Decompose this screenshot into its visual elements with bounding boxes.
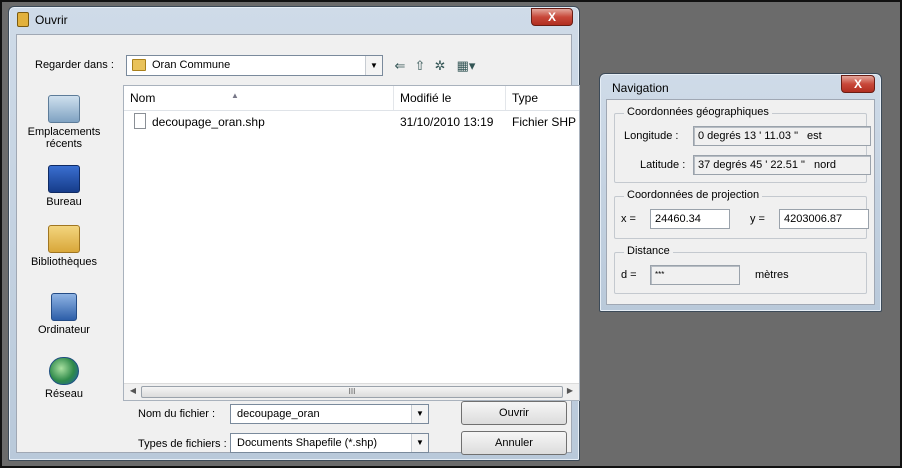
recent-places-icon [48, 95, 80, 123]
sort-up-icon: ▲ [231, 91, 239, 100]
filename-input[interactable]: decoupage_oran ▼ [230, 404, 429, 424]
filename-value: decoupage_oran [237, 408, 320, 420]
file-row[interactable]: decoupage_oran.shp 31/10/2010 13:19 Fich… [124, 113, 579, 132]
navigation-window: Navigation X Coordonnées géographiques L… [599, 73, 882, 312]
geo-coords-title: Coordonnées géographiques [624, 106, 772, 118]
distance-unit: mètres [755, 269, 789, 281]
file-modified: 31/10/2010 13:19 [400, 115, 494, 129]
horizontal-scrollbar[interactable]: ◀ III ▶ [124, 383, 579, 400]
open-dialog-close-button[interactable]: X [531, 8, 573, 26]
longitude-field: 0 degrés 13 ' 11.03 " est [693, 126, 871, 146]
d-label: d = [621, 269, 637, 281]
x-label: x = [621, 213, 636, 225]
place-network[interactable]: Réseau [23, 357, 105, 400]
navigation-close-button[interactable]: X [841, 75, 875, 93]
open-dialog: Ouvrir X Regarder dans : Oran Commune ▼ … [8, 6, 580, 461]
place-recent[interactable]: Emplacements récents [23, 95, 105, 150]
scroll-right-icon[interactable]: ▶ [564, 386, 576, 395]
filetype-label: Types de fichiers : [138, 438, 227, 450]
chevron-down-icon[interactable]: ▼ [365, 56, 382, 75]
file-list-header: Nom ▲ Modifié le Type [124, 86, 579, 111]
chevron-down-icon[interactable]: ▼ [411, 405, 428, 423]
longitude-value: 0 degrés 13 ' 11.03 " [698, 130, 798, 142]
up-folder-icon[interactable]: ⇧ [411, 58, 429, 74]
chevron-down-icon[interactable]: ▼ [411, 434, 428, 452]
latitude-field: 37 degrés 45 ' 22.51 " nord [693, 155, 871, 175]
navigation-body: Coordonnées géographiques Longitude : 0 … [606, 99, 875, 305]
network-globe-icon [49, 357, 79, 385]
latitude-direction: nord [813, 159, 837, 171]
place-computer[interactable]: Ordinateur [23, 293, 105, 336]
look-in-combo[interactable]: Oran Commune ▼ [126, 55, 383, 76]
place-label: Réseau [45, 388, 83, 400]
scroll-thumb[interactable]: III [141, 386, 563, 398]
projection-title: Coordonnées de projection [624, 189, 763, 201]
filename-label: Nom du fichier : [138, 408, 216, 420]
place-desktop[interactable]: Bureau [23, 165, 105, 208]
open-dialog-titlebar[interactable]: Ouvrir X [9, 7, 579, 33]
projection-group: Coordonnées de projection x = 24460.34 y… [614, 189, 869, 239]
y-field[interactable]: 4203006.87 [779, 209, 869, 229]
longitude-label: Longitude : [624, 130, 679, 142]
y-label: y = [750, 213, 765, 225]
open-dialog-title: Ouvrir [35, 13, 68, 27]
place-libraries[interactable]: Bibliothèques [23, 225, 105, 268]
computer-icon [51, 293, 77, 321]
column-header-name[interactable]: Nom ▲ [124, 86, 394, 110]
column-label: Modifié le [400, 91, 452, 105]
file-type: Fichier SHP [512, 115, 577, 129]
open-button[interactable]: Ouvrir [461, 401, 567, 425]
place-label: Emplacements récents [27, 126, 101, 150]
place-label: Bureau [46, 196, 82, 208]
column-header-modified[interactable]: Modifié le [394, 86, 506, 110]
place-label: Ordinateur [38, 324, 90, 336]
libraries-icon [48, 225, 80, 253]
new-folder-icon[interactable]: ✲ [431, 58, 449, 74]
look-in-label: Regarder dans : [35, 59, 114, 71]
places-bar: Emplacements récents Bureau Bibliothèque… [23, 95, 105, 445]
look-in-value: Oran Commune [152, 59, 231, 71]
file-list: Nom ▲ Modifié le Type decoupage_oran.shp… [123, 85, 580, 401]
latitude-value: 37 degrés 45 ' 22.51 " [698, 159, 805, 171]
column-label: Nom [130, 91, 156, 105]
column-header-type[interactable]: Type [506, 86, 581, 110]
app-icon [17, 12, 29, 27]
desktop-icon [48, 165, 80, 193]
scroll-left-icon[interactable]: ◀ [127, 386, 139, 395]
navigation-titlebar[interactable]: Navigation X [600, 74, 881, 100]
longitude-direction: est [807, 130, 822, 142]
back-arrow-icon[interactable]: ⇐ [391, 58, 409, 74]
geo-coords-group: Coordonnées géographiques Longitude : 0 … [614, 106, 871, 183]
filetype-value: Documents Shapefile (*.shp) [237, 437, 378, 449]
navigation-title: Navigation [612, 81, 669, 95]
view-menu-icon[interactable]: ▦▾ [453, 58, 479, 74]
distance-title: Distance [624, 245, 673, 257]
cancel-button[interactable]: Annuler [461, 431, 567, 455]
open-dialog-body: Regarder dans : Oran Commune ▼ ⇐ ⇧ ✲ ▦▾ … [16, 34, 580, 455]
folder-icon [132, 59, 146, 71]
place-label: Bibliothèques [30, 256, 98, 268]
screen-frame: Ouvrir X Regarder dans : Oran Commune ▼ … [0, 0, 902, 468]
column-label: Type [512, 91, 539, 105]
x-field[interactable]: 24460.34 [650, 209, 730, 229]
latitude-label: Latitude : [640, 159, 686, 171]
file-name: decoupage_oran.shp [152, 115, 265, 129]
filetype-select[interactable]: Documents Shapefile (*.shp) ▼ [230, 433, 429, 453]
file-icon [134, 113, 146, 129]
distance-group: Distance d = *** mètres [614, 245, 867, 294]
d-field: *** [650, 265, 740, 285]
